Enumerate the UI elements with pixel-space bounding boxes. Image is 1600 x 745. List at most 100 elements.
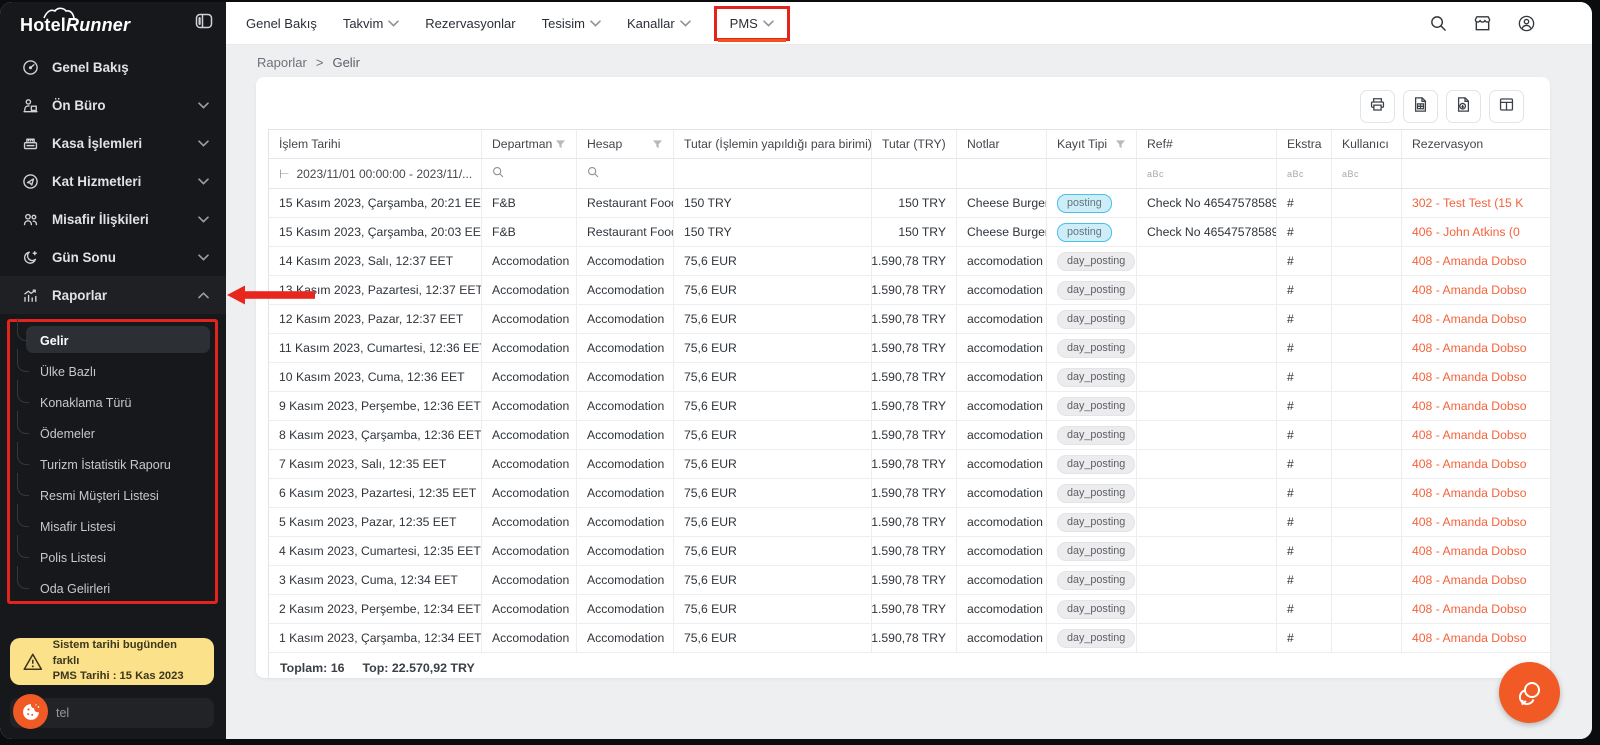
empty-filter-cell[interactable]: [674, 159, 872, 188]
printer-button[interactable]: [1360, 90, 1395, 123]
submenu-item-turizm-i-statistik-raporu[interactable]: Turizm İstatistik Raporu: [10, 449, 215, 480]
column-header[interactable]: Hesap: [577, 130, 674, 158]
table-filter-row: ⊢2023/11/01 00:00:00 - 2023/11/...aBcaBc…: [269, 159, 1550, 189]
filter-funnel-icon[interactable]: [555, 139, 566, 150]
column-header[interactable]: Kullanıcı: [1332, 130, 1402, 158]
top-nav-pms[interactable]: PMS: [730, 16, 774, 31]
text-filter[interactable]: aBc: [1277, 159, 1332, 188]
sidebar-item-4[interactable]: Misafir İlişkileri: [0, 200, 226, 238]
extra-cell: #: [1277, 218, 1332, 246]
column-header[interactable]: Departman: [482, 130, 577, 158]
empty-filter-cell[interactable]: [1047, 159, 1137, 188]
export-excel-button[interactable]: [1403, 90, 1438, 123]
table-row[interactable]: 7 Kasım 2023, Salı, 12:35 EETAccomodatio…: [269, 450, 1550, 479]
reservation-link[interactable]: 408 - Amanda Dobso: [1412, 428, 1527, 442]
table-row[interactable]: 1 Kasım 2023, Çarşamba, 12:34 EETAccomod…: [269, 624, 1550, 653]
table-columns-button[interactable]: [1489, 90, 1524, 123]
column-header[interactable]: Rezervasyon: [1402, 130, 1550, 158]
table-row[interactable]: 14 Kasım 2023, Salı, 12:37 EETAccomodati…: [269, 247, 1550, 276]
reservation-link[interactable]: 408 - Amanda Dobso: [1412, 399, 1527, 413]
column-header[interactable]: Ref#: [1137, 130, 1277, 158]
support-chat-button[interactable]: [1499, 662, 1560, 723]
submenu-item-resmi-m-teri-listesi[interactable]: Resmi Müşteri Listesi: [10, 480, 215, 511]
column-header[interactable]: Kayıt Tipi: [1047, 130, 1137, 158]
top-nav-genel-bak-[interactable]: Genel Bakış: [246, 16, 317, 31]
text-filter[interactable]: aBc: [1332, 159, 1402, 188]
reservation-link[interactable]: 302 - Test Test (15 K: [1412, 196, 1523, 210]
reservation-link[interactable]: 408 - Amanda Dobso: [1412, 341, 1527, 355]
reservation-link[interactable]: 408 - Amanda Dobso: [1412, 457, 1527, 471]
top-nav-rezervasyonlar[interactable]: Rezervasyonlar: [425, 16, 515, 31]
submenu-item-label: Misafir Listesi: [40, 520, 116, 534]
reservation-link[interactable]: 408 - Amanda Dobso: [1412, 312, 1527, 326]
top-nav-kanallar[interactable]: Kanallar: [627, 16, 691, 31]
reservation-cell: 408 - Amanda Dobso: [1402, 392, 1550, 420]
search-filter-input[interactable]: [482, 159, 577, 188]
search-icon[interactable]: [1429, 14, 1448, 33]
cookie-consent-button[interactable]: [13, 694, 48, 729]
breadcrumb-parent[interactable]: Raporlar: [257, 55, 307, 70]
table-row[interactable]: 5 Kasım 2023, Pazar, 12:35 EETAccomodati…: [269, 508, 1550, 537]
table-row[interactable]: 2 Kasım 2023, Perşembe, 12:34 EETAccomod…: [269, 595, 1550, 624]
table-row[interactable]: 10 Kasım 2023, Cuma, 12:36 EETAccomodati…: [269, 363, 1550, 392]
table-row[interactable]: 3 Kasım 2023, Cuma, 12:34 EETAccomodatio…: [269, 566, 1550, 595]
reservation-link[interactable]: 408 - Amanda Dobso: [1412, 370, 1527, 384]
filter-funnel-icon[interactable]: [1115, 139, 1126, 150]
column-header[interactable]: Tutar (İşlemin yapıldığı para birimi): [674, 130, 872, 158]
sidebar-collapse-icon[interactable]: [194, 11, 214, 31]
marketplace-icon[interactable]: [1473, 14, 1492, 33]
empty-filter-cell[interactable]: [957, 159, 1047, 188]
table-row[interactable]: 13 Kasım 2023, Pazartesi, 12:37 EETAccom…: [269, 276, 1550, 305]
sidebar-item-0[interactable]: Genel Bakış: [0, 48, 226, 86]
filter-funnel-icon[interactable]: [652, 139, 663, 150]
column-header[interactable]: Tutar (TRY): [872, 130, 957, 158]
reservation-link[interactable]: 408 - Amanda Dobso: [1412, 573, 1527, 587]
table-row[interactable]: 15 Kasım 2023, Çarşamba, 20:21 EETF&BRes…: [269, 189, 1550, 218]
user-cell: [1332, 247, 1402, 275]
breadcrumb: Raporlar > Gelir: [257, 55, 360, 70]
submenu-item-konaklama-t-r-[interactable]: Konaklama Türü: [10, 387, 215, 418]
reservation-link[interactable]: 406 - John Atkins (0: [1412, 225, 1520, 239]
department-cell: Accomodation: [482, 537, 577, 565]
sidebar-item-5[interactable]: Gün Sonu: [0, 238, 226, 276]
export-file-button[interactable]: [1446, 90, 1481, 123]
sidebar-item-2[interactable]: Kasa İşlemleri: [0, 124, 226, 162]
text-filter[interactable]: aBc: [1137, 159, 1277, 188]
reservation-link[interactable]: 408 - Amanda Dobso: [1412, 631, 1527, 645]
reservation-link[interactable]: 408 - Amanda Dobso: [1412, 283, 1527, 297]
column-header[interactable]: Ekstra: [1277, 130, 1332, 158]
table-row[interactable]: 11 Kasım 2023, Cumartesi, 12:36 EETAccom…: [269, 334, 1550, 363]
submenu-item-polis-listesi[interactable]: Polis Listesi: [10, 542, 215, 573]
table-row[interactable]: 6 Kasım 2023, Pazartesi, 12:35 EETAccomo…: [269, 479, 1550, 508]
submenu-item-misafir-listesi[interactable]: Misafir Listesi: [10, 511, 215, 542]
date-cell: 11 Kasım 2023, Cumartesi, 12:36 EET: [269, 334, 482, 362]
table-row[interactable]: 8 Kasım 2023, Çarşamba, 12:36 EETAccomod…: [269, 421, 1550, 450]
table-row[interactable]: 4 Kasım 2023, Cumartesi, 12:35 EETAccomo…: [269, 537, 1550, 566]
submenu-item--lke-bazl-[interactable]: Ülke Bazlı: [10, 356, 215, 387]
reservation-link[interactable]: 408 - Amanda Dobso: [1412, 254, 1527, 268]
reservation-link[interactable]: 408 - Amanda Dobso: [1412, 515, 1527, 529]
submenu-item-oda-gelirleri[interactable]: Oda Gelirleri: [10, 573, 215, 604]
account-icon[interactable]: [1517, 14, 1536, 33]
reservation-link[interactable]: 408 - Amanda Dobso: [1412, 486, 1527, 500]
top-nav-takvim[interactable]: Takvim: [343, 16, 399, 31]
table-row[interactable]: 12 Kasım 2023, Pazar, 12:37 EETAccomodat…: [269, 305, 1550, 334]
table-row[interactable]: 15 Kasım 2023, Çarşamba, 20:03 EETF&BRes…: [269, 218, 1550, 247]
reservation-link[interactable]: 408 - Amanda Dobso: [1412, 602, 1527, 616]
empty-filter-cell[interactable]: [872, 159, 957, 188]
submenu-item--demeler[interactable]: Ödemeler: [10, 418, 215, 449]
hotelrunner-logo[interactable]: HotelRunner: [20, 15, 130, 36]
column-header[interactable]: Notlar: [957, 130, 1047, 158]
sidebar-item-1[interactable]: Ön Büro: [0, 86, 226, 124]
reservation-link[interactable]: 408 - Amanda Dobso: [1412, 544, 1527, 558]
column-header[interactable]: İşlem Tarihi: [269, 130, 482, 158]
top-nav-tesisim[interactable]: Tesisim: [542, 16, 601, 31]
submenu-item-gelir[interactable]: Gelir: [10, 325, 215, 356]
table-row[interactable]: 9 Kasım 2023, Perşembe, 12:36 EETAccomod…: [269, 392, 1550, 421]
date-range-filter[interactable]: ⊢2023/11/01 00:00:00 - 2023/11/...: [269, 159, 482, 188]
empty-filter-cell[interactable]: [1402, 159, 1550, 188]
sidebar-item-3[interactable]: Kat Hizmetleri: [0, 162, 226, 200]
sidebar-item-raporlar[interactable]: Raporlar: [0, 276, 226, 314]
search-filter-input[interactable]: [577, 159, 674, 188]
top-nav-label: Rezervasyonlar: [425, 16, 515, 31]
